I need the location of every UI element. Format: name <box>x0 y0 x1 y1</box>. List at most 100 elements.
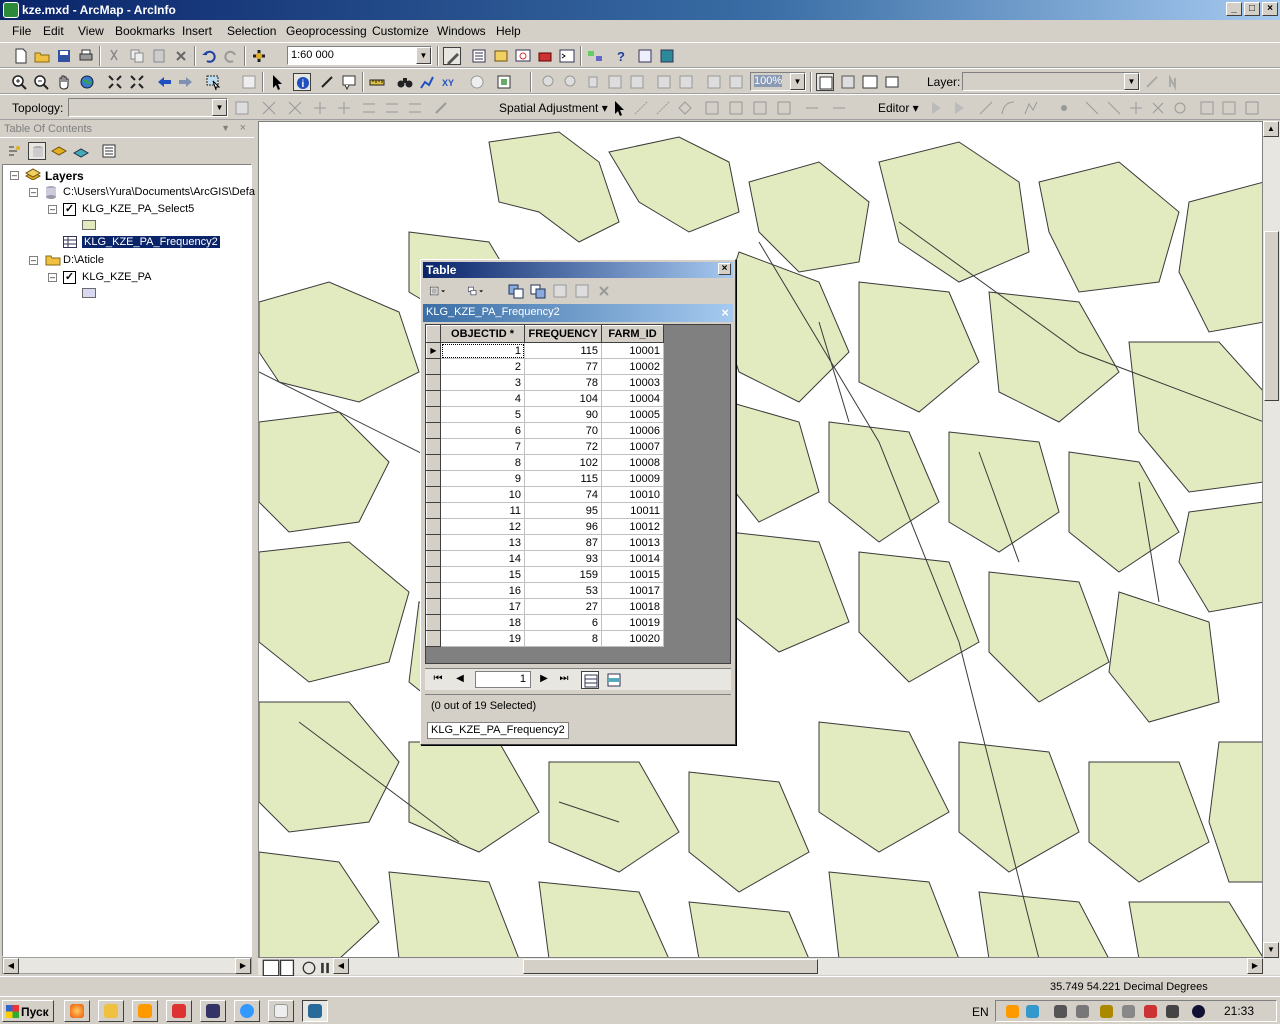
cell-frequency[interactable]: 77 <box>524 358 602 375</box>
source-path-1[interactable]: C:\Users\Yura\Documents\ArcGIS\Defa <box>63 186 255 198</box>
table-row[interactable]: 3 78 10003 <box>426 374 664 391</box>
row-selector[interactable] <box>426 486 441 503</box>
clear-selection-icon[interactable] <box>240 73 258 91</box>
select5-visibility-checkbox[interactable]: ✓ <box>63 203 76 216</box>
row-selector[interactable] <box>426 470 441 487</box>
table-row[interactable]: 17 27 10018 <box>426 598 664 615</box>
row-selector[interactable] <box>426 582 441 599</box>
attribute-table-grid[interactable]: OBJECTID * FREQUENCY FARM_ID ▶ 1 115 10001 2… <box>425 324 731 664</box>
cell-farm-id[interactable]: 10005 <box>601 406 664 423</box>
cell-frequency[interactable]: 115 <box>524 470 602 487</box>
cell-frequency[interactable]: 27 <box>524 598 602 615</box>
menu-windows[interactable]: Windows <box>437 24 486 38</box>
table-row[interactable]: 2 77 10002 <box>426 358 664 375</box>
scroll-down-icon[interactable]: ▼ <box>1263 942 1279 958</box>
cell-frequency[interactable]: 102 <box>524 454 602 471</box>
cell-farm-id[interactable]: 10003 <box>601 374 664 391</box>
cell-frequency[interactable]: 115 <box>524 342 602 359</box>
new-document-icon[interactable] <box>12 47 30 65</box>
fixed-zoom-out-icon[interactable] <box>128 73 146 91</box>
cell-objectid[interactable]: 1 <box>440 342 525 359</box>
cell-objectid[interactable]: 14 <box>440 550 525 567</box>
list-by-selection-icon[interactable] <box>72 142 90 160</box>
menu-edit[interactable]: Edit <box>43 24 64 38</box>
open-folder-icon[interactable] <box>33 47 51 65</box>
column-header-farm-id[interactable]: FARM_ID <box>601 325 664 343</box>
layout-view-icon[interactable] <box>636 47 654 65</box>
redo-icon[interactable] <box>222 47 240 65</box>
layer-combo[interactable]: ▼ <box>962 72 1140 91</box>
spatial-adjustment-menu[interactable]: Spatial Adjustment ▾ <box>499 101 608 115</box>
maximize-button[interactable]: □ <box>1244 2 1260 16</box>
minimize-button[interactable]: _ <box>1226 2 1242 16</box>
cell-farm-id[interactable]: 10018 <box>601 598 664 615</box>
layer-kze-pa-label[interactable]: KLG_KZE_PA <box>82 271 152 283</box>
pause-drawing-icon[interactable] <box>316 959 330 974</box>
row-selector[interactable] <box>426 518 441 535</box>
cell-objectid[interactable]: 2 <box>440 358 525 375</box>
cell-farm-id[interactable]: 10002 <box>601 358 664 375</box>
row-selector[interactable] <box>426 550 441 567</box>
taskbar-ie[interactable] <box>234 1000 260 1022</box>
select5-symbol-swatch[interactable] <box>82 220 96 230</box>
scroll-up-icon[interactable]: ▲ <box>1263 121 1279 137</box>
layer-select5-label[interactable]: KLG_KZE_PA_Select5 <box>82 203 194 215</box>
last-record-icon[interactable]: ⏭ <box>557 673 571 684</box>
scroll-right-icon[interactable]: ▶ <box>1247 958 1263 974</box>
taskbar-explorer[interactable] <box>98 1000 124 1022</box>
time-slider-icon[interactable] <box>468 73 486 91</box>
scroll-left-icon[interactable]: ◀ <box>3 958 19 974</box>
zoom-in-icon[interactable] <box>10 73 28 91</box>
map-scale-combo[interactable]: 1:60 000 ▼ <box>287 46 432 65</box>
taskbar-app-5[interactable] <box>200 1000 226 1022</box>
table-row[interactable]: 19 8 10020 <box>426 630 664 647</box>
row-selector[interactable]: ▶ <box>426 342 441 359</box>
table-row[interactable]: ▶ 1 115 10001 <box>426 342 664 359</box>
language-indicator[interactable]: EN <box>972 1005 989 1019</box>
row-selector[interactable] <box>426 438 441 455</box>
map-vertical-scrollbar[interactable]: ▲ ▼ <box>1263 121 1280 958</box>
cell-farm-id[interactable]: 10001 <box>601 342 664 359</box>
undo-icon[interactable] <box>200 47 218 65</box>
list-by-visibility-icon[interactable] <box>50 142 68 160</box>
layout-view-toggle-icon[interactable] <box>278 959 295 977</box>
data-view-toggle-icon[interactable] <box>262 959 280 977</box>
table-window-close-button[interactable]: × <box>718 263 731 275</box>
related-tables-icon[interactable] <box>467 282 495 300</box>
next-record-icon[interactable]: ▶ <box>537 673 551 684</box>
tray-icon[interactable] <box>1144 1005 1157 1018</box>
data-driven-pages-icon[interactable] <box>883 73 901 91</box>
cell-frequency[interactable]: 53 <box>524 582 602 599</box>
cell-objectid[interactable]: 11 <box>440 502 525 519</box>
row-selector[interactable] <box>426 630 441 647</box>
cell-frequency[interactable]: 70 <box>524 422 602 439</box>
scroll-left-icon[interactable]: ◀ <box>333 958 349 974</box>
collapse-source-1-icon[interactable]: – <box>29 188 38 197</box>
chevron-down-icon[interactable]: ▼ <box>1124 73 1139 90</box>
cell-objectid[interactable]: 17 <box>440 598 525 615</box>
print-icon[interactable] <box>77 47 95 65</box>
table-row[interactable]: 9 115 10009 <box>426 470 664 487</box>
tray-icon[interactable] <box>1076 1005 1089 1018</box>
cell-objectid[interactable]: 6 <box>440 422 525 439</box>
tray-icon[interactable] <box>1192 1005 1205 1018</box>
table-row[interactable]: 15 159 10015 <box>426 566 664 583</box>
chevron-down-icon[interactable]: ▼ <box>416 47 431 64</box>
select-elements-icon[interactable] <box>610 99 628 117</box>
row-selector[interactable] <box>426 502 441 519</box>
cell-farm-id[interactable]: 10014 <box>601 550 664 567</box>
tray-icon[interactable] <box>1054 1005 1067 1018</box>
select-by-attributes-icon[interactable] <box>507 282 525 300</box>
cell-frequency[interactable]: 8 <box>524 630 602 647</box>
modelbuilder-icon[interactable] <box>586 47 604 65</box>
kze-pa-visibility-checkbox[interactable]: ✓ <box>63 271 76 284</box>
cell-objectid[interactable]: 19 <box>440 630 525 647</box>
vertical-scroll-thumb[interactable] <box>1264 231 1279 401</box>
column-header-objectid[interactable]: OBJECTID * <box>440 325 525 343</box>
table-row[interactable]: 8 102 10008 <box>426 454 664 471</box>
cell-frequency[interactable]: 96 <box>524 518 602 535</box>
whats-this-icon[interactable]: ? <box>612 47 630 65</box>
table-row[interactable]: 11 95 10011 <box>426 502 664 519</box>
collapse-layers-icon[interactable]: – <box>10 171 19 180</box>
menu-help[interactable]: Help <box>496 24 521 38</box>
